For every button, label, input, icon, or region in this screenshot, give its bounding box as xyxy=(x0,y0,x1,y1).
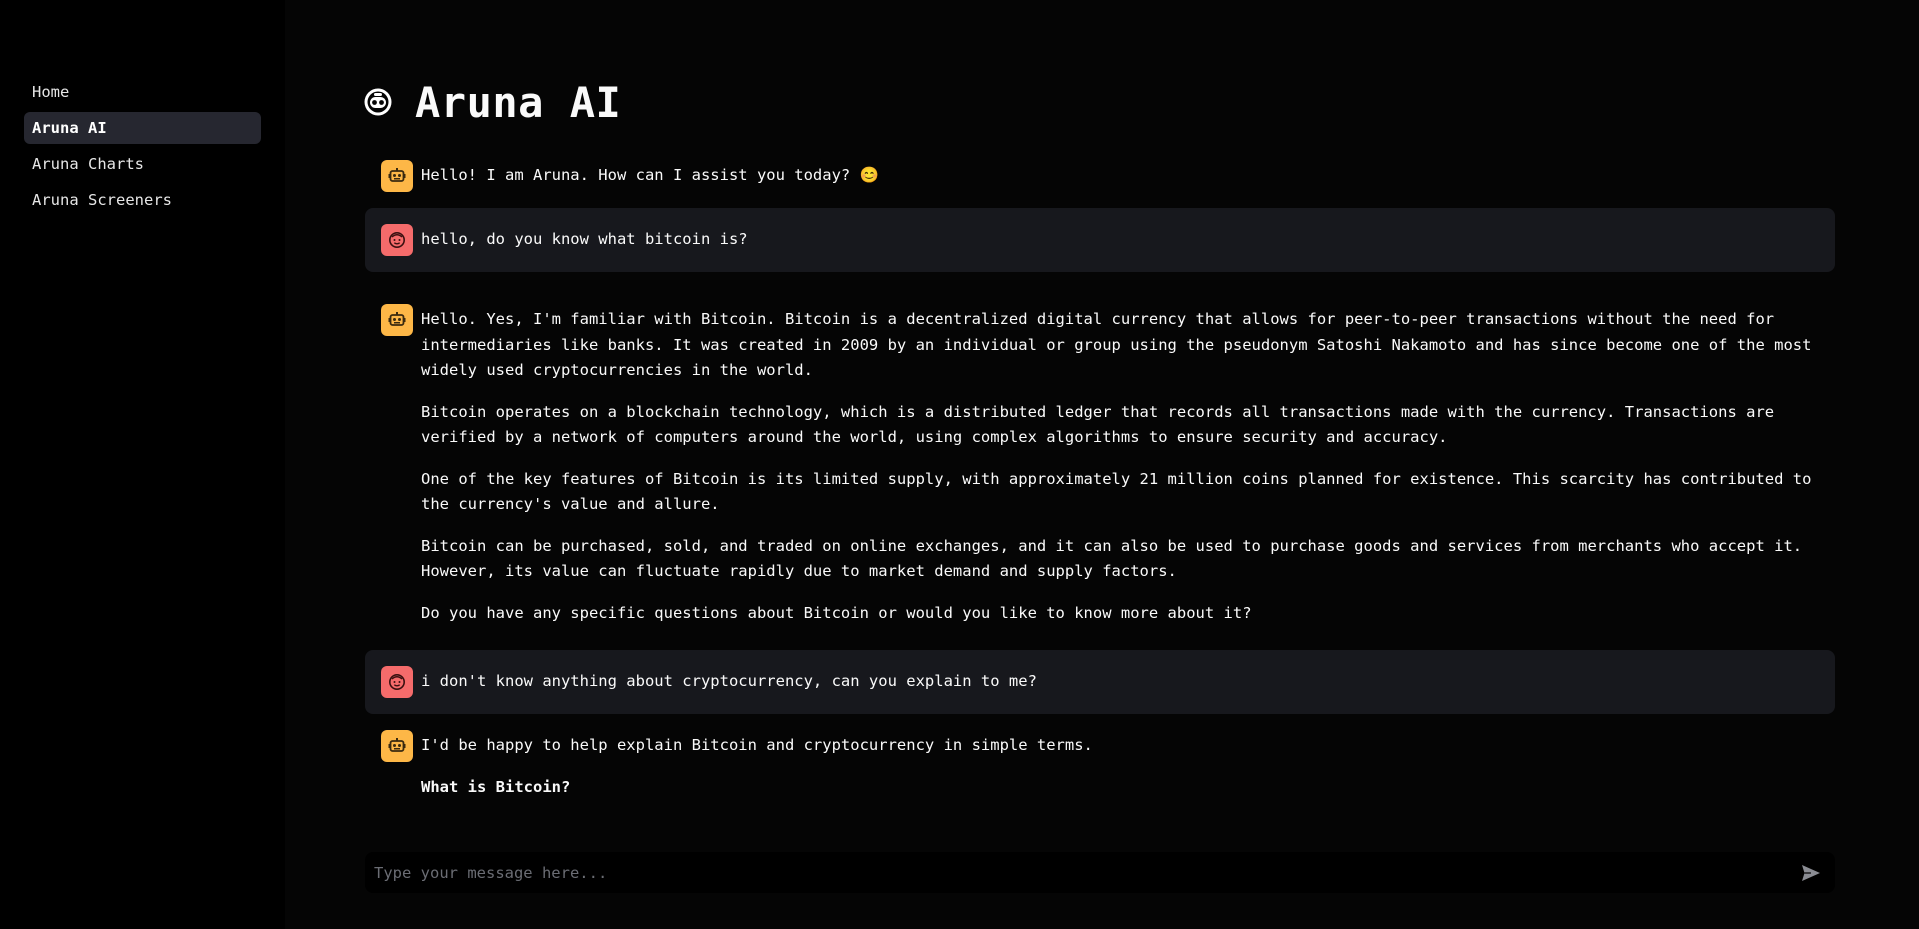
user-message: hello, do you know what bitcoin is? xyxy=(365,208,1835,272)
sidebar-item-aruna-charts[interactable]: Aruna Charts xyxy=(24,148,261,180)
assistant-message: Hello. Yes, I'm familiar with Bitcoin. B… xyxy=(365,288,1835,642)
message-paragraph: I'd be happy to help explain Bitcoin and… xyxy=(421,736,1093,754)
message-text: I'd be happy to help explain Bitcoin and… xyxy=(421,730,1819,800)
user-face-icon xyxy=(389,232,405,248)
chat-input-bar xyxy=(365,852,1835,893)
send-button[interactable] xyxy=(1793,855,1829,891)
message-text: Hello! I am Aruna. How can I assist you … xyxy=(421,160,1819,189)
message-heading-text: What is Bitcoin? xyxy=(421,777,571,796)
sidebar-item-aruna-ai[interactable]: Aruna AI xyxy=(24,112,261,144)
message-paragraph: Hello. Yes, I'm familiar with Bitcoin. B… xyxy=(421,310,1812,379)
message-heading: What is Bitcoin? xyxy=(421,775,1819,801)
message-text: hello, do you know what bitcoin is? xyxy=(421,224,1819,253)
message-paragraph: Bitcoin can be purchased, sold, and trad… xyxy=(421,536,1803,581)
user-avatar xyxy=(381,666,413,698)
assistant-message: Hello! I am Aruna. How can I assist you … xyxy=(365,155,1835,208)
message-paragraph: hello, do you know what bitcoin is? xyxy=(421,230,748,248)
message-paragraph: Bitcoin operates on a blockchain technol… xyxy=(421,402,1775,447)
sidebar-item-home[interactable]: Home xyxy=(24,76,261,108)
main-content: Aruna AI Hello! I am Aruna. How can I as… xyxy=(285,0,1919,929)
sidebar-item-aruna-screeners[interactable]: Aruna Screeners xyxy=(24,184,261,216)
user-message: i don't know anything about cryptocurren… xyxy=(365,650,1835,714)
page-title: Aruna AI xyxy=(363,72,621,132)
message-text: i don't know anything about cryptocurren… xyxy=(421,666,1819,695)
chat-history: Hello! I am Aruna. How can I assist you … xyxy=(365,155,1835,835)
bot-avatar xyxy=(381,730,413,762)
user-face-icon xyxy=(389,674,405,690)
assistant-message: I'd be happy to help explain Bitcoin and… xyxy=(365,730,1835,816)
message-paragraph: One of the key features of Bitcoin is it… xyxy=(421,469,1812,514)
chat-input[interactable] xyxy=(365,862,1793,883)
sidebar-nav: Home Aruna AI Aruna Charts Aruna Screene… xyxy=(24,76,261,220)
page-title-text: Aruna AI xyxy=(415,77,622,127)
robot-icon xyxy=(388,738,406,752)
message-text: Hello. Yes, I'm familiar with Bitcoin. B… xyxy=(421,304,1819,626)
bot-avatar xyxy=(381,160,413,192)
user-avatar xyxy=(381,224,413,256)
robot-icon xyxy=(388,312,406,326)
message-paragraph: Do you have any specific questions about… xyxy=(421,603,1252,622)
sidebar: Home Aruna AI Aruna Charts Aruna Screene… xyxy=(0,0,285,929)
robot-face-icon xyxy=(364,88,392,116)
message-paragraph: i don't know anything about cryptocurren… xyxy=(421,672,1037,690)
send-icon xyxy=(1802,864,1820,881)
message-paragraph: Hello! I am Aruna. How can I assist you … xyxy=(421,166,879,184)
robot-icon xyxy=(388,168,406,182)
bot-avatar xyxy=(381,304,413,336)
app-window: Home Aruna AI Aruna Charts Aruna Screene… xyxy=(0,0,1919,929)
